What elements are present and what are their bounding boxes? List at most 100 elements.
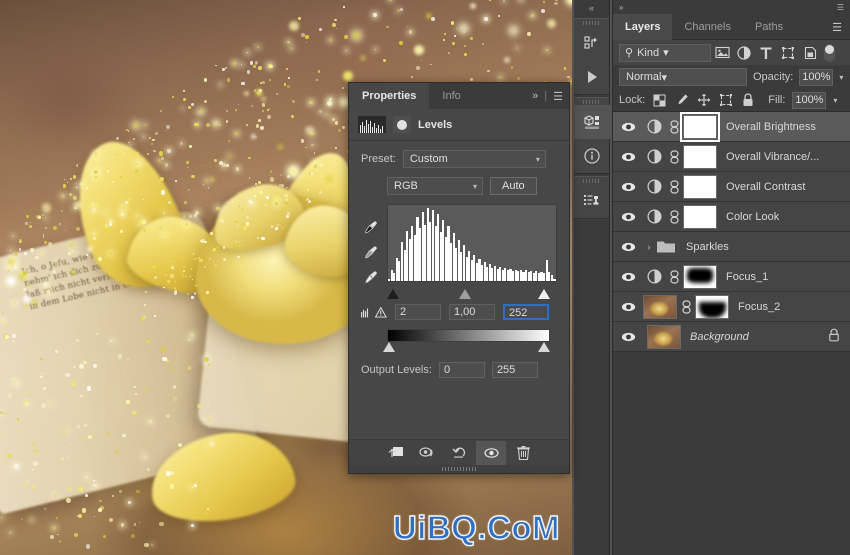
- preset-select[interactable]: Custom ▾: [402, 150, 546, 168]
- layer-mask-thumbnail[interactable]: [680, 111, 720, 142]
- panel-menu-icon[interactable]: ☰: [553, 90, 563, 103]
- output-black-slider[interactable]: [383, 342, 395, 352]
- dock-grip-icon[interactable]: [574, 19, 609, 26]
- tab-layers[interactable]: Layers: [613, 13, 673, 40]
- set-gray-point-eyedropper-icon[interactable]: [364, 245, 378, 262]
- filter-enable-toggle[interactable]: [824, 43, 835, 62]
- adjustment-filter-icon[interactable]: [733, 42, 755, 64]
- type-filter-icon[interactable]: [755, 42, 777, 64]
- 3d-properties-icon[interactable]: [574, 105, 610, 139]
- fill-chevron-down-icon[interactable]: ▾: [833, 96, 837, 105]
- layers-panel[interactable]: » ☰ Layers Channels Paths ☰ ⚲ Kind ▾ Nor…: [612, 0, 850, 555]
- layer-visibility-eye-icon[interactable]: [613, 301, 643, 313]
- table-row[interactable]: Focus_2: [613, 292, 850, 322]
- link-mask-icon[interactable]: [665, 179, 683, 194]
- auto-button[interactable]: Auto: [490, 177, 537, 195]
- set-black-point-eyedropper-icon[interactable]: [364, 220, 378, 237]
- table-row[interactable]: Color Look: [613, 202, 850, 232]
- black-point-slider[interactable]: [387, 289, 399, 299]
- history-icon[interactable]: [574, 26, 610, 60]
- lock-position-icon[interactable]: [696, 93, 711, 108]
- expand-panel-icon[interactable]: »: [532, 90, 538, 102]
- layers-top-menu-icon[interactable]: ☰: [837, 3, 844, 12]
- blend-mode-select[interactable]: Normal ▾: [619, 68, 747, 86]
- input-gamma-field[interactable]: 1,00: [449, 304, 495, 320]
- layers-collapse-icon[interactable]: »: [619, 3, 623, 12]
- panel-resize-grip[interactable]: [349, 465, 569, 473]
- table-row[interactable]: Overall Vibrance/...: [613, 142, 850, 172]
- tab-channels[interactable]: Channels: [672, 14, 742, 40]
- toggle-layer-visibility-button[interactable]: [476, 440, 506, 465]
- dock-grip-icon[interactable]: [574, 98, 609, 105]
- link-mask-icon[interactable]: [665, 209, 683, 224]
- layer-mask-thumbnail-icon[interactable]: [393, 116, 411, 133]
- tab-info[interactable]: Info: [429, 83, 473, 109]
- reset-adjustment-button[interactable]: [444, 441, 474, 465]
- link-mask-icon[interactable]: [665, 269, 683, 284]
- levels-histogram[interactable]: [387, 204, 557, 282]
- fill-value[interactable]: 100%: [792, 91, 827, 109]
- chevron-right-icon[interactable]: ›: [643, 242, 655, 252]
- adjustment-layer-icon[interactable]: [643, 119, 665, 134]
- layer-visibility-eye-icon[interactable]: [613, 181, 643, 193]
- clone-source-icon[interactable]: [574, 184, 610, 218]
- table-row[interactable]: › Sparkles: [613, 232, 850, 262]
- input-white-field[interactable]: 252: [503, 304, 549, 320]
- input-levels-sliders[interactable]: [387, 289, 550, 302]
- layer-visibility-eye-icon[interactable]: [613, 211, 643, 223]
- adjustment-layer-icon[interactable]: [643, 269, 665, 284]
- table-row[interactable]: Overall Brightness: [613, 111, 850, 142]
- layer-thumbnail[interactable]: [643, 294, 677, 319]
- output-levels-sliders[interactable]: [383, 342, 550, 355]
- play-action-icon[interactable]: [574, 60, 610, 94]
- layer-mask-thumbnail[interactable]: [683, 264, 717, 289]
- layer-mask-thumbnail[interactable]: [695, 294, 729, 319]
- lock-all-icon[interactable]: [740, 93, 755, 108]
- output-white-field[interactable]: 255: [491, 362, 538, 378]
- filter-kind-select[interactable]: ⚲ Kind ▾: [619, 43, 711, 62]
- adjustment-layer-icon[interactable]: [643, 149, 665, 164]
- opacity-value[interactable]: 100%: [799, 68, 834, 86]
- info-icon[interactable]: [574, 139, 610, 173]
- layer-visibility-eye-icon[interactable]: [613, 331, 643, 343]
- opacity-chevron-down-icon[interactable]: ▾: [839, 73, 843, 82]
- layers-panel-menu-icon[interactable]: ☰: [832, 21, 842, 34]
- gamma-slider[interactable]: [459, 289, 471, 299]
- pixel-filter-icon[interactable]: [711, 42, 733, 64]
- dock-grip-icon[interactable]: [574, 177, 609, 184]
- link-mask-icon[interactable]: [677, 299, 695, 314]
- white-point-slider[interactable]: [538, 289, 550, 299]
- layer-visibility-eye-icon[interactable]: [613, 241, 643, 253]
- delete-adjustment-button[interactable]: [508, 441, 538, 465]
- layer-thumbnail[interactable]: [647, 324, 681, 349]
- output-white-slider[interactable]: [538, 342, 550, 352]
- link-mask-icon[interactable]: [665, 149, 683, 164]
- layer-mask-thumbnail[interactable]: [683, 174, 717, 199]
- table-row[interactable]: Focus_1: [613, 262, 850, 292]
- layer-visibility-eye-icon[interactable]: [613, 151, 643, 163]
- tab-properties[interactable]: Properties: [349, 83, 430, 109]
- adjustment-layer-icon[interactable]: [643, 209, 665, 224]
- lock-artboard-nesting-icon[interactable]: [718, 93, 733, 108]
- clip-to-layer-button[interactable]: [380, 441, 410, 465]
- table-row[interactable]: Background: [613, 322, 850, 352]
- view-previous-state-button[interactable]: [412, 441, 442, 465]
- channel-select[interactable]: RGB ▾: [387, 177, 483, 195]
- properties-panel[interactable]: Properties Info » | ☰ Levels Preset: Cus…: [348, 82, 570, 474]
- set-white-point-eyedropper-icon[interactable]: [364, 270, 378, 287]
- lock-transparent-pixels-icon[interactable]: [652, 93, 667, 108]
- lock-image-pixels-icon[interactable]: [674, 93, 689, 108]
- output-black-field[interactable]: 0: [438, 362, 485, 378]
- link-mask-icon[interactable]: [665, 119, 683, 134]
- input-black-field[interactable]: 2: [395, 304, 441, 320]
- shape-filter-icon[interactable]: [777, 42, 799, 64]
- table-row[interactable]: Overall Contrast: [613, 172, 850, 202]
- layer-list[interactable]: Overall Brightness Overall Vibrance/... Ov…: [613, 111, 850, 352]
- layer-visibility-eye-icon[interactable]: [613, 121, 643, 133]
- layer-mask-thumbnail[interactable]: [683, 204, 717, 229]
- collapsed-panel-dock[interactable]: «: [574, 0, 610, 555]
- smart-object-filter-icon[interactable]: [799, 42, 821, 64]
- adjustment-layer-icon[interactable]: [643, 179, 665, 194]
- tab-paths[interactable]: Paths: [743, 14, 795, 40]
- dock-collapse-icon[interactable]: «: [574, 0, 609, 16]
